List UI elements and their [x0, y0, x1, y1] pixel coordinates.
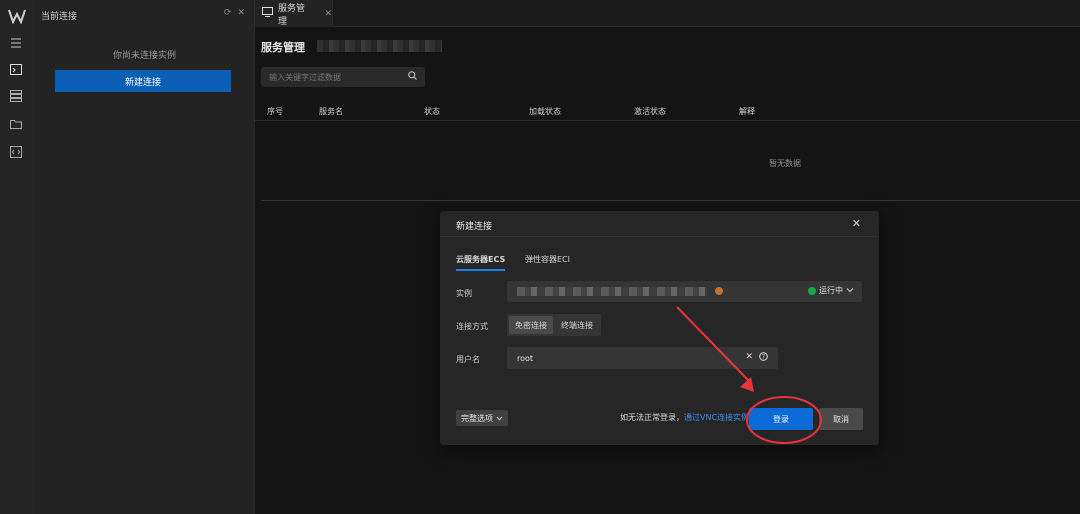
status-text: 运行中 [819, 286, 843, 295]
tab-label: 服务管理 [278, 3, 306, 27]
new-connection-dialog: 新建连接 ✕ 云服务器ECS 弹性容器ECI 实例 运行中 连接方式 免密连接 … [440, 211, 879, 445]
username-field[interactable]: ✕ ? [507, 347, 778, 369]
dialog-divider [440, 236, 879, 237]
clear-icon[interactable]: ✕ [745, 352, 753, 364]
advanced-options-label: 完整选项 [461, 413, 493, 423]
table-header: 序号 服务名 状态 加载状态 激活状态 解释 [255, 99, 1080, 121]
tab-service-management[interactable]: 服务管理 ✕ [255, 0, 333, 27]
running-status-icon [808, 286, 816, 295]
redacted-instance-name [317, 40, 442, 52]
column-header: 解释 [739, 107, 755, 116]
column-header: 加载状态 [529, 107, 561, 116]
activity-bar [0, 0, 34, 514]
dialog-title: 新建连接 [456, 222, 493, 232]
folder-icon[interactable] [9, 117, 23, 131]
app-logo-icon [8, 7, 26, 25]
connection-method-toggle: 免密连接 终端连接 [507, 314, 601, 336]
search-input[interactable] [269, 72, 399, 82]
login-hint: 如无法正常登录，通过VNC连接实例 [620, 412, 749, 423]
vnc-connect-link[interactable]: 通过VNC连接实例 [684, 413, 749, 422]
tab-eci[interactable]: 弹性容器ECI [525, 254, 570, 265]
method-passwordless[interactable]: 免密连接 [509, 316, 553, 334]
username-label: 用户名 [456, 355, 480, 364]
login-button[interactable]: 登录 [749, 408, 813, 430]
empty-connections-text: 你尚未连接实例 [112, 51, 176, 61]
advanced-options-button[interactable]: 完整选项 [456, 410, 508, 426]
terminal-icon[interactable] [9, 62, 23, 76]
column-header: 服务名 [319, 107, 343, 116]
table-divider [261, 200, 1080, 201]
instance-status: 运行中 [808, 285, 854, 296]
empty-table-text: 暂无数据 [769, 159, 801, 168]
method-label: 连接方式 [456, 322, 488, 331]
new-connection-button[interactable]: 新建连接 [55, 70, 231, 92]
sidebar-title: 当前连接 [41, 12, 78, 22]
help-icon[interactable]: ? [759, 352, 768, 364]
chevron-down-icon[interactable] [846, 286, 854, 295]
dialog-close-icon[interactable]: ✕ [852, 217, 861, 230]
database-icon[interactable] [9, 89, 23, 103]
column-header: 状态 [424, 107, 440, 116]
close-icon[interactable]: ✕ [237, 8, 245, 18]
refresh-icon[interactable]: ⟳ [224, 8, 232, 18]
cancel-button[interactable]: 取消 [819, 408, 863, 430]
hint-text: 如无法正常登录， [620, 413, 684, 422]
search-box[interactable] [261, 67, 425, 87]
svg-text:?: ? [762, 354, 765, 361]
instance-select[interactable]: 运行中 [507, 281, 862, 302]
search-icon[interactable] [408, 71, 417, 83]
menu-icon[interactable] [9, 36, 23, 50]
chevron-down-icon [496, 414, 503, 423]
instance-label: 实例 [456, 289, 472, 298]
instance-type-icon [715, 287, 723, 295]
code-file-icon[interactable] [9, 145, 23, 159]
tab-bar: 服务管理 ✕ [255, 0, 1080, 27]
username-input[interactable] [517, 353, 717, 363]
redacted-instance-id [517, 287, 707, 296]
method-terminal[interactable]: 终端连接 [555, 316, 599, 334]
column-header: 激活状态 [634, 107, 666, 116]
page-title: 服务管理 [261, 41, 305, 54]
column-header: 序号 [267, 107, 283, 116]
sidebar: 当前连接 ⟳ ✕ 你尚未连接实例 新建连接 [34, 0, 255, 514]
monitor-icon [262, 7, 273, 20]
tab-close-icon[interactable]: ✕ [324, 9, 332, 19]
tab-ecs[interactable]: 云服务器ECS [456, 254, 506, 271]
